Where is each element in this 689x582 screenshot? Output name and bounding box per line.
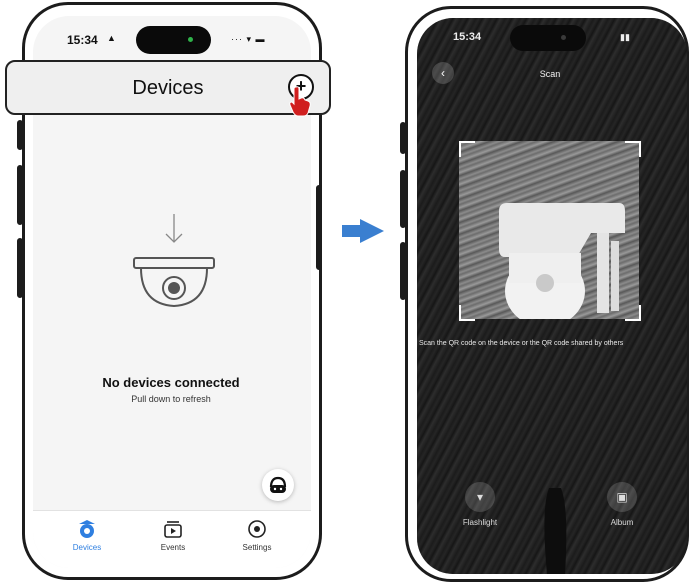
devices-header: Devices + bbox=[5, 60, 331, 115]
status-time: 15:34 bbox=[453, 31, 482, 43]
scan-hint-text: Scan the QR code on the device or the QR… bbox=[419, 340, 624, 347]
camera-illustration-icon bbox=[133, 214, 215, 308]
scan-frame bbox=[459, 141, 639, 319]
back-button[interactable]: ‹ bbox=[432, 62, 454, 84]
page-title: Scan bbox=[539, 69, 561, 79]
tap-hand-cursor-icon bbox=[289, 86, 311, 117]
scan-corner-bottom-right bbox=[625, 305, 641, 321]
status-icons: ▮▮ bbox=[620, 32, 630, 42]
tab-devices[interactable]: Devices bbox=[47, 511, 127, 563]
arrow-right-icon bbox=[360, 219, 384, 243]
album-icon: ▣ bbox=[607, 482, 637, 512]
phone-side-button bbox=[17, 120, 23, 150]
settings-icon bbox=[248, 520, 266, 538]
tab-label: Devices bbox=[72, 543, 102, 552]
camera-device-photo bbox=[499, 203, 625, 319]
flashlight-icon: ▾ bbox=[465, 482, 495, 512]
tab-events[interactable]: Events bbox=[133, 511, 213, 563]
tab-settings[interactable]: Settings bbox=[217, 511, 297, 563]
transition-arrow-shaft bbox=[342, 225, 362, 237]
flashlight-label: Flashlight bbox=[462, 518, 498, 527]
headset-icon bbox=[269, 476, 287, 493]
page-title: Devices bbox=[132, 77, 204, 99]
tab-bar: Devices Events Settings bbox=[33, 510, 311, 568]
support-chat-button[interactable] bbox=[262, 469, 294, 501]
camera-indicator-icon bbox=[561, 35, 566, 40]
phone-side-button bbox=[400, 122, 406, 154]
phone-side-button bbox=[400, 242, 406, 300]
play-icon bbox=[164, 521, 182, 538]
tab-label: Settings bbox=[242, 543, 272, 552]
album-button[interactable]: ▣ Album bbox=[602, 482, 642, 527]
scan-corner-bottom-left bbox=[459, 305, 475, 321]
status-icons: ··· ▾ ▬ bbox=[231, 34, 266, 44]
album-label: Album bbox=[610, 518, 634, 527]
scan-corner-top-left bbox=[459, 141, 475, 157]
empty-state-title: No devices connected bbox=[102, 375, 240, 390]
camera-icon bbox=[79, 520, 95, 538]
camera-indicator-icon bbox=[188, 37, 193, 42]
dynamic-island bbox=[510, 25, 586, 51]
tab-label: Events bbox=[160, 543, 186, 552]
phone-side-button bbox=[17, 165, 23, 225]
bell-muted-icon: ▲ bbox=[107, 33, 116, 43]
cable-in-frame bbox=[544, 488, 567, 574]
phone-side-button bbox=[17, 238, 23, 298]
flashlight-button[interactable]: ▾ Flashlight bbox=[460, 482, 500, 527]
scan-corner-top-right bbox=[625, 141, 641, 157]
empty-state-subtitle: Pull down to refresh bbox=[131, 394, 211, 404]
status-time: 15:34 bbox=[67, 33, 98, 47]
dynamic-island bbox=[136, 26, 211, 54]
phone-side-button bbox=[400, 170, 406, 228]
phone-side-button bbox=[316, 185, 322, 270]
